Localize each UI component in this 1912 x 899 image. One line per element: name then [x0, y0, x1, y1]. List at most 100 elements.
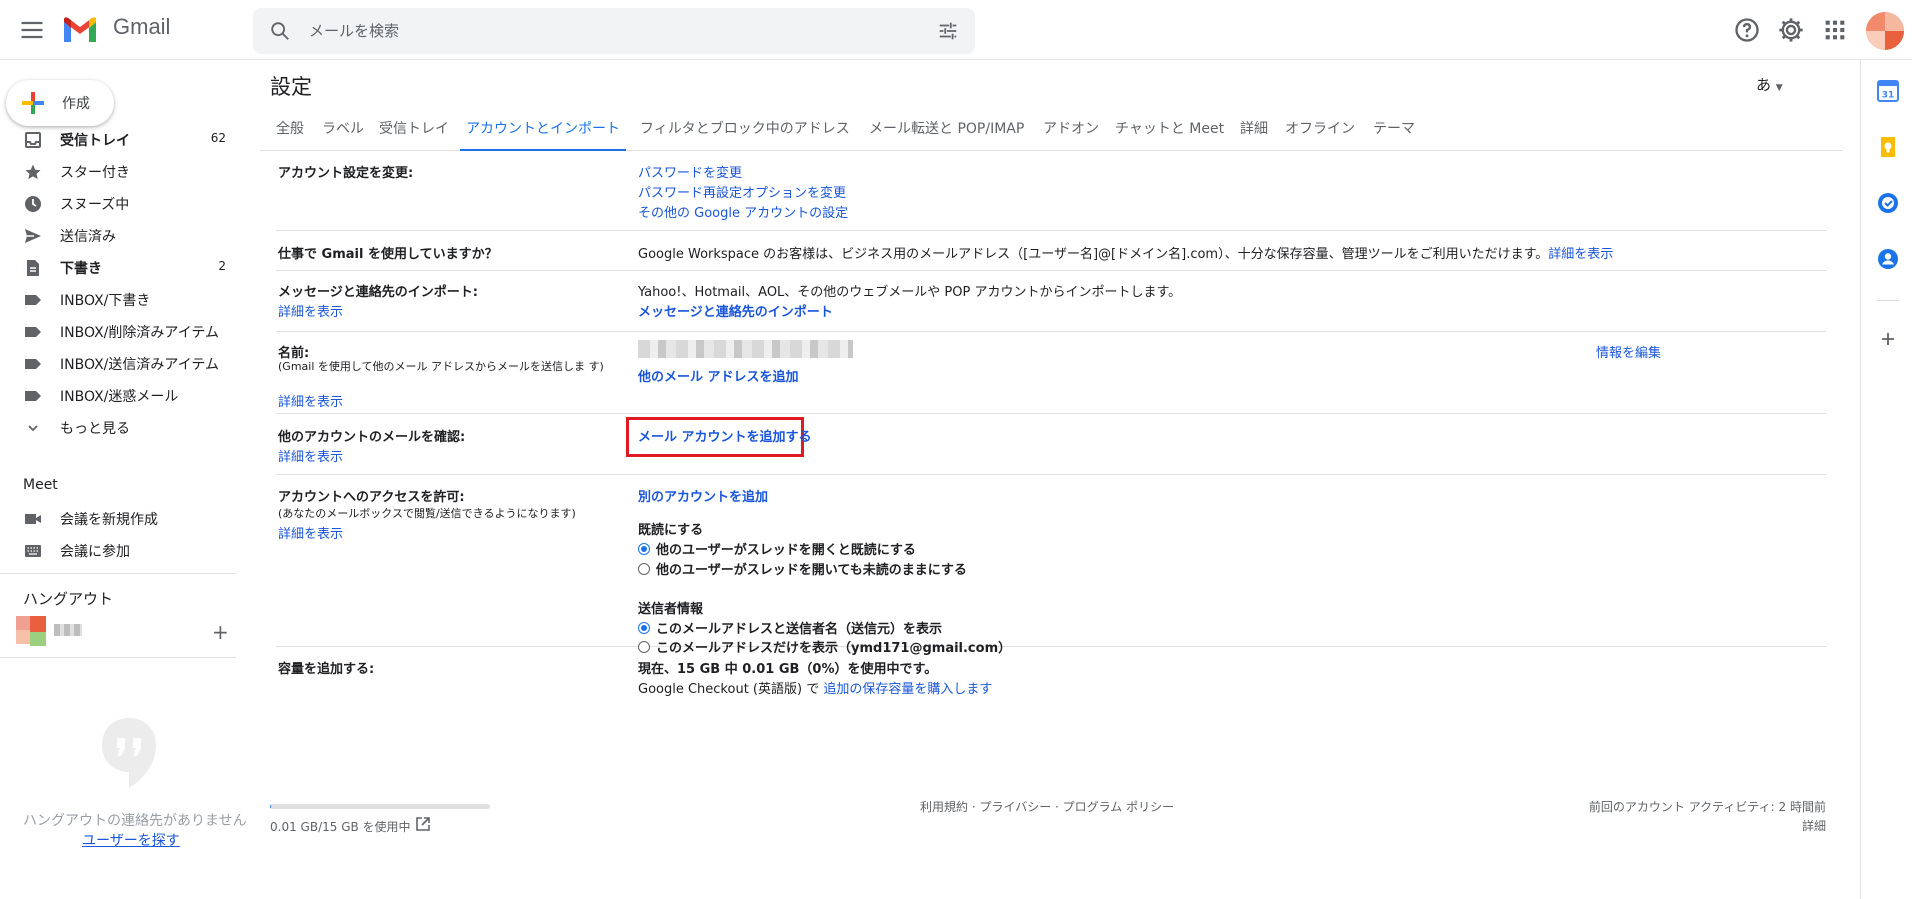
help-icon[interactable]	[1733, 16, 1761, 44]
open-in-new-icon[interactable]	[415, 816, 431, 836]
storage-usage-fill	[270, 804, 272, 809]
search-options-icon[interactable]	[937, 20, 959, 46]
name-details-link[interactable]: 詳細を表示	[278, 391, 343, 410]
add-another-address-link[interactable]: 他のメール アドレスを追加	[638, 366, 799, 385]
mark-read-option-unread[interactable]: 他のユーザーがスレッドを開いても未読のままにする	[638, 559, 967, 578]
tab-offline[interactable]: オフライン	[1285, 118, 1355, 151]
tasks-icon[interactable]	[1877, 192, 1899, 214]
row-label: 仕事で Gmail を使用していますか？	[278, 247, 498, 262]
tab-advanced[interactable]: 詳細	[1240, 118, 1268, 151]
check-mail-details-link[interactable]: 詳細を表示	[278, 446, 343, 465]
row-import: メッセージと連絡先のインポート: 詳細を表示 Yahoo!、Hotmail、AO…	[276, 271, 1826, 332]
video-camera-icon	[24, 510, 42, 528]
sidebar-item-inbox-sent[interactable]: INBOX/送信済みアイテム	[0, 347, 236, 379]
blurred-sender-name	[638, 340, 853, 358]
chevron-down-icon	[24, 419, 42, 437]
footer-policy-links[interactable]: 利用規約 · プライバシー · プログラム ポリシー	[920, 798, 1174, 815]
keep-icon[interactable]	[1877, 136, 1899, 158]
search-input[interactable]	[309, 20, 909, 42]
input-tools-button[interactable]: あ ▼	[1756, 74, 1783, 95]
row-workspace: 仕事で Gmail を使用していますか？ Google Workspace のお…	[276, 231, 1826, 271]
tab-accounts-import[interactable]: アカウントとインポート	[460, 118, 626, 151]
tab-chat-meet[interactable]: チャットと Meet	[1115, 118, 1224, 151]
workspace-details-link[interactable]: 詳細を表示	[1548, 247, 1613, 262]
import-mail-contacts-link[interactable]: メッセージと連絡先のインポート	[638, 301, 833, 320]
mark-read-option-open[interactable]: 他のユーザーがスレッドを開くと既読にする	[638, 539, 916, 558]
activity-details-link[interactable]: 詳細	[1802, 817, 1826, 834]
apps-grid-icon[interactable]	[1821, 16, 1849, 44]
radio-button-selected[interactable]	[638, 622, 650, 634]
draft-count: 2	[218, 259, 226, 273]
sender-option-name-and-address[interactable]: このメールアドレスと送信者名（送信元）を表示	[638, 618, 942, 637]
new-meeting-button[interactable]: 会議を新規作成	[0, 502, 236, 534]
last-activity-text: 前回のアカウント アクティビティ: 2 時間前	[1588, 800, 1826, 814]
plus-icon	[20, 90, 46, 120]
tab-labels[interactable]: ラベル	[322, 118, 364, 151]
find-users-link[interactable]: ユーザーを探す	[82, 830, 180, 850]
tab-filters[interactable]: フィルタとブロック中のアドレス	[640, 118, 850, 151]
row-sublabel: (Gmail を使用して他のメール アドレスからメールを送信しま す)	[278, 360, 604, 373]
join-meeting-button[interactable]: 会議に参加	[0, 534, 236, 566]
storage-footer-text: 0.01 GB/15 GB を使用中	[270, 820, 411, 834]
change-password-link[interactable]: パスワードを変更	[638, 162, 742, 181]
sidebar-divider	[0, 657, 236, 658]
tab-inbox[interactable]: 受信トレイ	[379, 118, 449, 151]
radio-button-selected[interactable]	[638, 543, 650, 555]
account-avatar[interactable]	[1866, 12, 1904, 50]
search-bar[interactable]	[253, 8, 975, 54]
hangouts-user-avatar[interactable]	[16, 616, 48, 648]
sidebar-item-sent[interactable]: 送信済み	[0, 219, 236, 251]
sidebar-item-inbox[interactable]: 受信トレイ 62	[0, 123, 236, 155]
import-details-link[interactable]: 詳細を表示	[278, 301, 343, 320]
settings-tabs: 全般 ラベル 受信トレイ アカウントとインポート フィルタとブロック中のアドレス…	[260, 116, 1842, 151]
workspace-text: Google Workspace のお客様は、ビジネス用のメールアドレス（[ユー…	[638, 247, 1549, 262]
add-another-account-link[interactable]: 別のアカウントを追加	[638, 486, 768, 505]
sidebar-item-label: スヌーズ中	[60, 197, 130, 213]
draft-icon	[24, 259, 42, 277]
label-icon	[24, 291, 42, 309]
sidebar-item-starred[interactable]: スター付き	[0, 155, 236, 187]
main-menu-icon[interactable]	[18, 16, 46, 44]
gear-icon[interactable]	[1777, 16, 1805, 44]
calendar-day: 31	[1882, 91, 1895, 101]
sidebar-item-drafts[interactable]: 下書き 2	[0, 251, 236, 283]
grant-access-details-link[interactable]: 詳細を表示	[278, 523, 343, 542]
hangouts-quote-icon	[100, 716, 158, 794]
sidebar-item-inbox-spam[interactable]: INBOX/迷惑メール	[0, 379, 236, 411]
tab-themes[interactable]: テーマ	[1373, 118, 1415, 151]
add-mail-account-link[interactable]: メール アカウントを追加する	[638, 426, 812, 445]
tab-forwarding[interactable]: メール転送と POP/IMAP	[869, 118, 1024, 151]
app-name[interactable]: Gmail	[113, 14, 170, 40]
checkout-text: Google Checkout (英語版) で	[638, 682, 820, 697]
gmail-logo-icon[interactable]	[62, 16, 98, 44]
settings-main: 設定 あ ▼ 全般 ラベル 受信トレイ アカウントとインポート フィルタとブロッ…	[260, 60, 1842, 899]
get-addons-plus-icon[interactable]	[1877, 328, 1899, 350]
radio-button[interactable]	[638, 563, 650, 575]
sidebar-item-snoozed[interactable]: スヌーズ中	[0, 187, 236, 219]
sidebar-item-label: 受信トレイ	[60, 133, 130, 149]
sidebar-item-inbox-drafts[interactable]: INBOX/下書き	[0, 283, 236, 315]
hangouts-section-title: ハングアウト	[23, 590, 114, 608]
sidebar-item-more[interactable]: もっと見る	[0, 411, 236, 443]
add-contact-plus-icon[interactable]: +	[212, 620, 229, 644]
row-label: アカウント設定を変更:	[278, 166, 414, 181]
hangouts-user-name	[54, 624, 82, 636]
compose-label: 作成	[62, 96, 90, 112]
password-recovery-link[interactable]: パスワード再設定オプションを変更	[638, 182, 846, 201]
contacts-icon[interactable]	[1877, 248, 1899, 270]
calendar-icon[interactable]: 31	[1877, 80, 1899, 102]
edit-info-link[interactable]: 情報を編集	[1596, 342, 1661, 361]
tab-addons[interactable]: アドオン	[1043, 118, 1099, 151]
send-icon	[24, 227, 42, 245]
new-meeting-label: 会議を新規作成	[60, 512, 158, 528]
google-account-settings-link[interactable]: その他の Google アカウントの設定	[638, 202, 848, 221]
compose-button[interactable]: 作成	[6, 80, 114, 126]
storage-purchase-line: Google Checkout (英語版) で 追加の保存容量を購入します	[638, 678, 992, 697]
sidebar-item-label: 送信済み	[60, 229, 116, 245]
search-icon[interactable]	[269, 20, 291, 46]
tab-general[interactable]: 全般	[276, 118, 304, 151]
sidebar-item-inbox-deleted[interactable]: INBOX/削除済みアイテム	[0, 315, 236, 347]
sidebar-item-label: スター付き	[60, 165, 130, 181]
radio-label: 他のユーザーがスレッドを開いても未読のままにする	[656, 563, 967, 578]
buy-storage-link[interactable]: 追加の保存容量を購入します	[823, 682, 992, 697]
